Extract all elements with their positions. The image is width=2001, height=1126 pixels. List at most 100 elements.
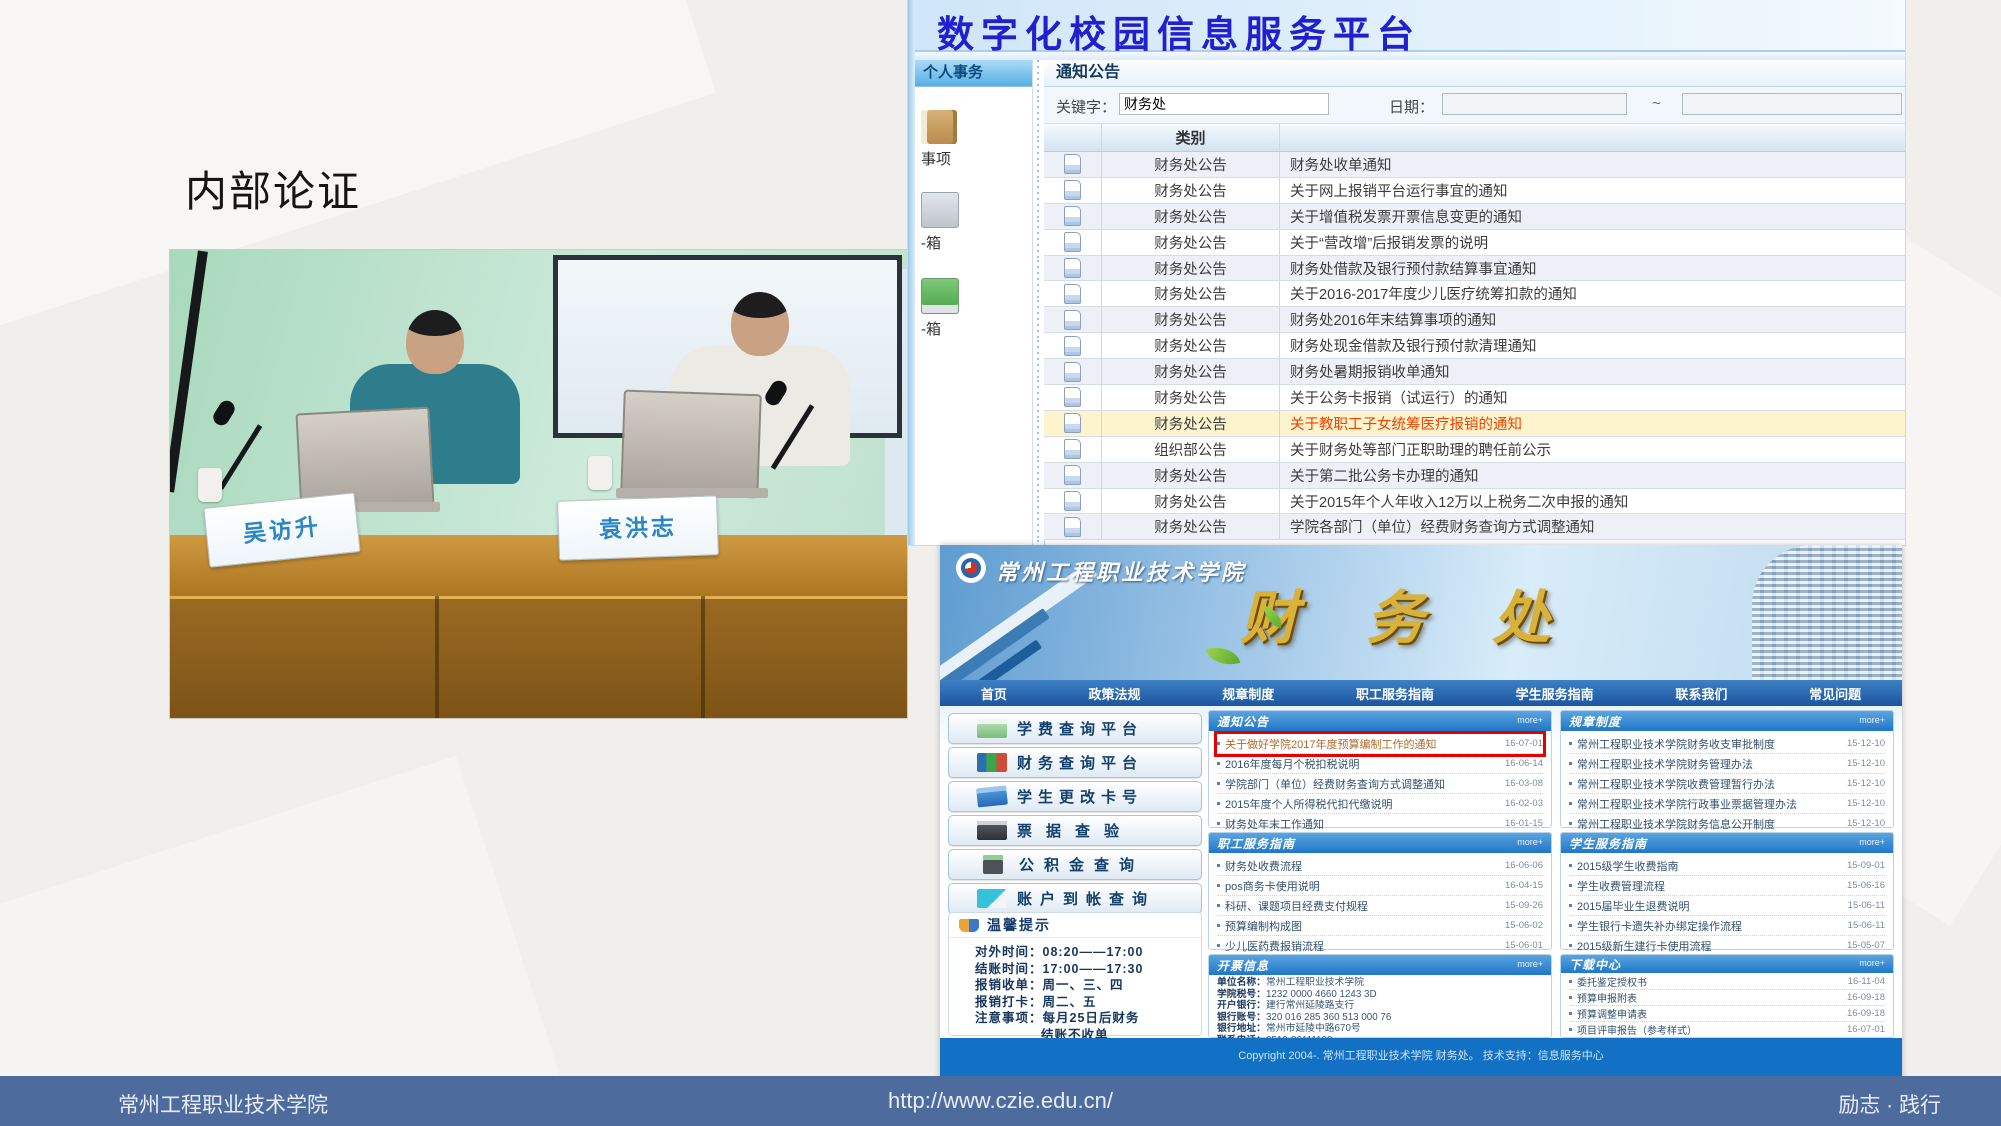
document-icon	[1064, 336, 1081, 356]
list-item[interactable]: 2015级新生建行卡使用流程15-05-07	[1569, 936, 1885, 956]
sidebar-item-label: 事项	[921, 148, 957, 169]
list-item[interactable]: 常州工程职业技术学院财务管理办法15-12-10	[1569, 754, 1885, 774]
more-link[interactable]: more+	[1517, 959, 1543, 969]
document-icon	[1064, 439, 1081, 459]
tips-line: 注意事项：每月25日后财务	[975, 1010, 1201, 1027]
notice-item[interactable]: 2015年度个人所得税代扣代缴说明16-02-03	[1217, 794, 1543, 814]
list-item[interactable]: 少儿医药费报销流程15-06-01	[1217, 936, 1543, 956]
list-item[interactable]: 委托鉴定授权书16-11-04	[1569, 974, 1885, 990]
notice-item[interactable]: 财务处年末工作通知16-01-15	[1217, 814, 1543, 834]
nav-faq[interactable]: 常见问题	[1809, 684, 1861, 703]
date-from-input[interactable]	[1442, 93, 1627, 115]
paper-cup	[588, 456, 612, 490]
sidebar-item-inbox[interactable]: -箱	[921, 192, 959, 253]
table-row[interactable]: 财务处公告财务处借款及银行预付款结算事宜通知	[1044, 256, 1905, 282]
list-item[interactable]: 预算申报附表16-09-18	[1569, 990, 1885, 1006]
table-row[interactable]: 财务处公告关于2016-2017年度少儿医疗统筹扣款的通知	[1044, 281, 1905, 307]
list-item[interactable]: pos商务卡使用说明16-04-15	[1217, 876, 1543, 896]
list-item[interactable]: 2015级学生收费指南15-09-01	[1569, 856, 1885, 876]
more-link[interactable]: more+	[1859, 715, 1885, 725]
more-link[interactable]: more+	[1517, 837, 1543, 847]
tips-icon	[959, 919, 979, 932]
table-row[interactable]: 财务处公告关于2015年个人年收入12万以上税务二次申报的通知	[1044, 489, 1905, 515]
table-row[interactable]: 财务处公告财务处收单通知	[1044, 152, 1905, 178]
notice-item[interactable]: 2016年度每月个税扣税说明16-06-14	[1217, 754, 1543, 774]
more-link[interactable]: more+	[1859, 837, 1885, 847]
keyword-input[interactable]	[1119, 93, 1329, 115]
table-row[interactable]: 财务处公告财务处2016年末结算事项的通知	[1044, 307, 1905, 333]
table-row[interactable]: 财务处公告关于网上报销平台运行事宜的通知	[1044, 178, 1905, 204]
more-link[interactable]: more+	[1859, 958, 1885, 968]
document-icon	[1064, 154, 1081, 174]
list-item[interactable]: 常州工程职业技术学院行政事业票据管理办法15-12-10	[1569, 794, 1885, 814]
list-item[interactable]: 常州工程职业技术学院财务收支审批制度15-12-10	[1569, 734, 1885, 754]
nav-rules[interactable]: 规章制度	[1222, 684, 1274, 703]
list-item[interactable]: 财务处收费流程16-06-06	[1217, 856, 1543, 876]
tuition-query-button[interactable]: 学费查询平台	[948, 713, 1202, 744]
title-column-header	[1280, 124, 1905, 151]
date-label: 日期：	[1389, 96, 1434, 117]
table-row[interactable]: 组织部公告关于财务处等部门正职助理的聘任前公示	[1044, 437, 1905, 463]
bullet-icon	[1569, 924, 1572, 927]
printer-icon	[977, 821, 1007, 840]
list-item[interactable]: 学生银行卡遗失补办绑定操作流程15-06-11	[1569, 916, 1885, 936]
account-arrival-button[interactable]: 账户到帐查询	[948, 883, 1202, 914]
table-row[interactable]: 财务处公告关于第二批公务卡办理的通知	[1044, 463, 1905, 489]
list-item[interactable]: 项目评审报告（参考样式）16-07-01	[1569, 1022, 1885, 1038]
table-row[interactable]: 财务处公告财务处暑期报销收单通知	[1044, 359, 1905, 385]
sidebar-item-outbox[interactable]: -箱	[921, 278, 959, 339]
change-card-button[interactable]: 学生更改卡号	[948, 781, 1202, 812]
table-row[interactable]: 财务处公告关于增值税发票开票信息变更的通知	[1044, 204, 1905, 230]
list-item[interactable]: 2015届毕业生退费说明15-06-11	[1569, 896, 1885, 916]
bullet-icon	[1569, 944, 1572, 947]
list-item[interactable]: 预算编制构成图15-06-02	[1217, 916, 1543, 936]
table-row-highlighted[interactable]: 财务处公告关于教职工子女统筹医疗报销的通知	[1044, 411, 1905, 437]
table-row[interactable]: 财务处公告学院各部门（单位）经费财务查询方式调整通知	[1044, 514, 1905, 540]
nav-contact[interactable]: 联系我们	[1675, 684, 1727, 703]
list-item[interactable]: 科研、课题项目经费支付规程15-09-26	[1217, 896, 1543, 916]
document-icon	[1064, 491, 1081, 511]
nav-staff-guide[interactable]: 职工服务指南	[1356, 684, 1434, 703]
notice-item-highlighted[interactable]: 关于做好学院2017年度预算编制工作的通知16-07-01	[1217, 734, 1543, 754]
icon-column-header	[1044, 124, 1102, 151]
panel-title: 学生服务指南	[1569, 835, 1647, 852]
bullet-icon	[1569, 864, 1572, 867]
notice-panel-title: 通知公告	[1044, 60, 1905, 87]
bullet-icon	[1569, 782, 1572, 785]
invoice-check-button[interactable]: 票据查验	[948, 815, 1202, 846]
table-row[interactable]: 财务处公告关于公务卡报销（试运行）的通知	[1044, 385, 1905, 411]
table-row[interactable]: 财务处公告财务处现金借款及银行预付款清理通知	[1044, 333, 1905, 359]
bullet-icon	[1569, 884, 1572, 887]
finance-query-button[interactable]: 财务查询平台	[948, 747, 1202, 778]
list-item[interactable]: 常州工程职业技术学院收费管理暂行办法15-12-10	[1569, 774, 1885, 794]
panel-title: 通知公告	[1217, 713, 1269, 730]
document-icon	[1064, 413, 1081, 433]
building-photo	[1752, 545, 1902, 680]
clipboard-icon	[921, 110, 957, 144]
invoice-info-panel: 开票信息more+ 单位名称：常州工程职业技术学院 学院税号：1232 0000…	[1208, 954, 1552, 1038]
background-shape	[0, 756, 586, 1126]
site-banner: 常州工程职业技术学院 财 务 处	[940, 545, 1902, 680]
campus-portal-screenshot: 数字化校园信息服务平台 个人事务 事项 -箱 -箱 通知公告 关键字：	[908, 0, 1905, 545]
table-row[interactable]: 财务处公告关于“营改增”后报销发票的说明	[1044, 230, 1905, 256]
school-logo-icon	[956, 553, 986, 583]
list-item[interactable]: 常州工程职业技术学院财务信息公开制度15-12-10	[1569, 814, 1885, 834]
tips-line: 报销打卡：周二、五	[975, 994, 1201, 1011]
nav-home[interactable]: 首页	[981, 684, 1007, 703]
notice-table: 财务处公告财务处收单通知 财务处公告关于网上报销平台运行事宜的通知 财务处公告关…	[1044, 152, 1905, 540]
sidebar-item-todo[interactable]: 事项	[921, 110, 957, 169]
nav-student-guide[interactable]: 学生服务指南	[1516, 684, 1594, 703]
nav-policies[interactable]: 政策法规	[1089, 684, 1141, 703]
bullet-icon	[1217, 802, 1220, 805]
list-item[interactable]: 学生收费管理流程15-06-16	[1569, 876, 1885, 896]
laptop-right	[620, 390, 762, 499]
document-icon	[1064, 387, 1081, 407]
date-to-input[interactable]	[1682, 93, 1902, 115]
notice-item[interactable]: 学院部门（单位）经费财务查询方式调整通知16-03-08	[1217, 774, 1543, 794]
more-link[interactable]: more+	[1517, 715, 1543, 725]
list-item[interactable]: 预算调整申请表16-09-18	[1569, 1006, 1885, 1022]
window-edge	[908, 0, 915, 545]
invoice-field: 单位名称：常州工程职业技术学院	[1217, 977, 1543, 989]
housing-fund-button[interactable]: 公积金查询	[948, 849, 1202, 880]
sidebar-tab-personal-affairs[interactable]: 个人事务	[915, 60, 1032, 87]
